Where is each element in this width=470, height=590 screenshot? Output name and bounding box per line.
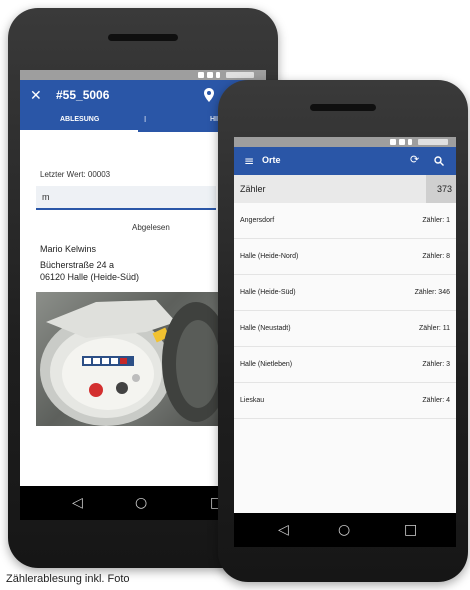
location-count: Zähler: 4 [422, 397, 450, 404]
status-bar [20, 70, 266, 80]
meter-photo[interactable] [36, 292, 226, 426]
summary-label: Zähler [240, 184, 266, 194]
phone-1-speaker [108, 34, 178, 41]
location-count: Zähler: 346 [414, 289, 450, 296]
summary-row: Zähler 373 [234, 175, 456, 203]
nav-back-button[interactable]: ◁ [278, 520, 289, 540]
tab-indicator [20, 130, 138, 132]
summary-count: 373 [436, 184, 452, 194]
phone-2-speaker [310, 104, 376, 111]
refresh-icon[interactable]: ⟳ [410, 153, 419, 166]
nav-home-button[interactable]: ○ [338, 520, 350, 540]
location-name: Halle (Heide-Süd) [240, 289, 296, 296]
tab-ablesung[interactable]: ABLESUNG [60, 116, 99, 123]
image-caption: Zählerablesung inkl. Foto [6, 573, 130, 585]
list-item[interactable]: Halle (Heide-Süd) Zähler: 346 [234, 275, 456, 311]
reading-input[interactable]: m [36, 186, 216, 210]
android-nav-bar: ◁ ○ □ [234, 513, 456, 547]
location-count: Zähler: 1 [422, 217, 450, 224]
water-meter-image [40, 300, 226, 426]
location-list: Angersdorf Zähler: 1 Halle (Heide-Nord) … [234, 203, 456, 419]
location-count: Zähler: 8 [422, 253, 450, 260]
last-value-label: Letzter Wert: 00003 [40, 170, 111, 179]
nav-home-button[interactable]: ○ [135, 493, 147, 513]
location-name: Halle (Nietleben) [240, 361, 293, 368]
tab-divider: I [144, 115, 147, 124]
toolbar-title: #55_5006 [56, 88, 110, 102]
list-item[interactable]: Halle (Nietleben) Zähler: 3 [234, 347, 456, 383]
menu-icon[interactable]: ≡ [244, 152, 254, 170]
search-icon[interactable] [434, 156, 444, 166]
location-name: Halle (Heide-Nord) [240, 253, 299, 260]
status-bar [234, 137, 456, 147]
location-count: Zähler: 11 [419, 325, 450, 332]
list-item[interactable]: Halle (Heide-Nord) Zähler: 8 [234, 239, 456, 275]
location-name: Angersdorf [240, 217, 275, 224]
location-name: Lieskau [240, 397, 265, 404]
list-item[interactable]: Halle (Neustadt) Zähler: 11 [234, 311, 456, 347]
list-item[interactable]: Angersdorf Zähler: 1 [234, 203, 456, 239]
list-item[interactable]: Lieskau Zähler: 4 [234, 383, 456, 419]
read-button[interactable]: Abgelesen [132, 223, 170, 232]
app-toolbar: ≡ Orte ⟳ [234, 147, 456, 175]
toolbar-title: Orte [262, 155, 281, 165]
location-pin-icon[interactable] [204, 88, 214, 102]
customer-city: 06120 Halle (Heide-Süd) [40, 272, 140, 282]
customer-street: Bücherstraße 24 a [40, 260, 115, 270]
location-count: Zähler: 3 [422, 361, 450, 368]
location-name: Halle (Neustadt) [240, 325, 291, 332]
nav-back-button[interactable]: ◁ [72, 493, 83, 513]
customer-name: Mario Kelwins [40, 244, 97, 254]
nav-recent-button[interactable]: □ [404, 520, 417, 540]
phone-2: ≡ Orte ⟳ Zähler 373 Angersdorf Zähler: 1… [218, 80, 468, 582]
close-icon[interactable]: ✕ [30, 86, 42, 104]
phone-2-screen: ≡ Orte ⟳ Zähler 373 Angersdorf Zähler: 1… [234, 137, 456, 547]
reading-input-value: m [42, 192, 50, 202]
